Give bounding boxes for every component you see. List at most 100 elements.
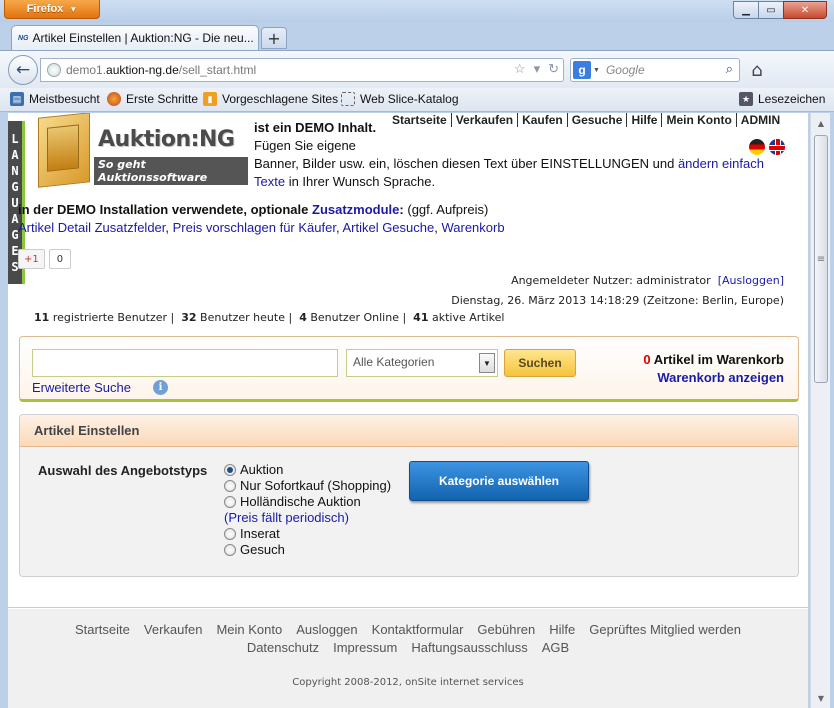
scroll-up-arrow-icon[interactable]: ▲: [813, 115, 829, 131]
footer-link[interactable]: AGB: [542, 640, 569, 655]
site-logo[interactable]: Auktion:NG So geht Auktionssoftware: [38, 113, 248, 188]
chevron-down-icon[interactable]: ▼: [479, 353, 495, 373]
bookmark-star-icon[interactable]: ☆: [514, 61, 526, 77]
stat-online-count: 4: [299, 311, 307, 324]
bookmark-label: Erste Schritte: [126, 92, 199, 106]
google-icon[interactable]: g: [573, 61, 591, 79]
search-box: Alle Kategorien ▼ Suchen Erweiterte Such…: [19, 336, 799, 402]
radio-label: Gesuch: [240, 542, 285, 557]
bookmarks-toolbar: ▤ Meistbesucht Erste Schritte ▮ Vorgesch…: [0, 88, 834, 112]
footer-link[interactable]: Startseite: [75, 622, 130, 637]
url-bar[interactable]: demo1. auktion-ng.de/sell_start.html ☆ ▾ …: [40, 58, 564, 82]
bookmark-meistbesucht[interactable]: ▤ Meistbesucht: [10, 92, 100, 106]
stat-today-label: Benutzer heute: [200, 311, 285, 324]
logo-title: Auktion:NG: [98, 127, 235, 152]
radio-button[interactable]: [224, 528, 236, 540]
dropdown-arrow-icon[interactable]: ▾: [534, 61, 541, 77]
back-button[interactable]: ←: [8, 55, 38, 85]
current-datetime: Dienstag, 26. März 2013 14:18:29 (Zeitzo…: [451, 294, 784, 307]
footer-link[interactable]: Ausloggen: [296, 622, 357, 637]
footer-links: Startseite Verkaufen Mein Konto Ausloggen Ko…: [8, 621, 808, 657]
logged-in-user: Angemeldeter Nutzer: administrator: [511, 274, 711, 287]
scroll-down-arrow-icon[interactable]: ▼: [813, 690, 829, 706]
stat-registered-count: 11: [34, 311, 50, 324]
search-engine-bar[interactable]: g ▼ Google ⌕: [570, 58, 740, 82]
bookmark-label: Vorgeschlagene Sites: [222, 92, 339, 106]
site-favicon-icon: NG: [18, 34, 29, 42]
reload-icon[interactable]: ↻: [548, 61, 559, 77]
close-window-button[interactable]: ✕: [783, 1, 827, 19]
vertical-scrollbar[interactable]: ▲ ≡ ▼: [810, 113, 830, 708]
footer-link[interactable]: Kontaktformular: [372, 622, 464, 637]
new-tab-button[interactable]: +: [261, 27, 287, 49]
footer-link[interactable]: Impressum: [333, 640, 397, 655]
radio-button[interactable]: [224, 496, 236, 508]
category-selected: Alle Kategorien: [353, 355, 435, 369]
footer-link[interactable]: Hilfe: [549, 622, 575, 637]
sell-item-panel: Artikel Einstellen Auswahl des Angebotst…: [19, 414, 799, 577]
radio-button[interactable]: [224, 464, 236, 476]
bookmarks-menu-button[interactable]: ★ Lesezeichen: [739, 92, 825, 106]
copyright: Copyright 2008-2012, onSite internet ser…: [292, 677, 524, 688]
user-info: Angemeldeter Nutzer: administrator [Ausl…: [451, 271, 784, 311]
offer-type-option-gesuch[interactable]: Gesuch: [224, 542, 391, 558]
module-link[interactable]: Warenkorb: [441, 220, 504, 235]
firefox-icon: [107, 92, 121, 106]
category-select[interactable]: Alle Kategorien ▼: [346, 349, 498, 377]
footer-link[interactable]: Geprüftes Mitglied werden: [589, 622, 741, 637]
chevron-down-icon[interactable]: ▼: [593, 67, 600, 74]
logout-link[interactable]: [Ausloggen]: [718, 274, 784, 287]
module-link[interactable]: Preis vorschlagen für Käufer: [173, 220, 336, 235]
search-input[interactable]: [32, 349, 338, 377]
maximize-button[interactable]: ▭: [758, 1, 784, 19]
radio-label: Holländische Auktion: [240, 494, 361, 509]
home-icon[interactable]: ⌂: [746, 59, 768, 81]
offer-type-label: Auswahl des Angebotstyps: [38, 463, 208, 478]
radio-label: Inserat: [240, 526, 280, 541]
footer-link[interactable]: Verkaufen: [144, 622, 203, 637]
radio-button[interactable]: [224, 544, 236, 556]
radio-label: Nur Sofortkauf (Shopping): [240, 478, 392, 493]
cart-info: 0 Artikel im Warenkorb Warenkorb anzeige…: [643, 351, 784, 387]
bookmark-web-slice-katalog[interactable]: Web Slice-Katalog: [341, 92, 459, 106]
bookmark-erste-schritte[interactable]: Erste Schritte: [107, 92, 198, 106]
footer-link[interactable]: Haftungsausschluss: [411, 640, 527, 655]
plusone-button[interactable]: +1: [18, 249, 45, 269]
offer-type-option-hollaendisch[interactable]: Holländische Auktion: [224, 494, 391, 510]
view-cart-link[interactable]: Warenkorb anzeigen: [657, 370, 784, 385]
bookmark-vorgeschlagene-sites[interactable]: ▮ Vorgeschlagene Sites: [203, 92, 338, 106]
offer-type-option-sofortkauf[interactable]: Nur Sofortkauf (Shopping): [224, 478, 391, 494]
languages-tab-letter: A: [11, 147, 19, 162]
search-icon[interactable]: ⌕: [726, 61, 733, 77]
english-flag-icon[interactable]: [769, 139, 785, 155]
info-icon[interactable]: i: [153, 380, 168, 395]
footer-link[interactable]: Mein Konto: [216, 622, 282, 637]
search-button[interactable]: Suchen: [504, 349, 576, 377]
panel-title: Artikel Einstellen: [20, 415, 798, 447]
minimize-button[interactable]: ▁: [733, 1, 759, 19]
intro-text: ist ein DEMO Inhalt. Fügen Sie eigene Ba…: [254, 120, 764, 189]
scrollbar-thumb[interactable]: ≡: [814, 135, 828, 383]
bookmarks-folder-icon: ▤: [10, 92, 24, 106]
module-link[interactable]: Artikel Detail Zusatzfelder: [18, 220, 165, 235]
module-link[interactable]: Artikel Gesuche: [342, 220, 434, 235]
offer-type-option-inserat[interactable]: Inserat: [224, 526, 391, 542]
radio-button[interactable]: [224, 480, 236, 492]
navigation-toolbar: ← demo1. auktion-ng.de/sell_start.html ☆ …: [0, 50, 834, 88]
languages-tab-letter: N: [11, 163, 19, 178]
select-category-button[interactable]: Kategorie auswählen: [409, 461, 589, 501]
footer-divider: [8, 607, 808, 608]
zusatzmodule-link[interactable]: Zusatzmodule: [312, 202, 399, 217]
radio-label: Auktion: [240, 462, 284, 477]
advanced-search-link[interactable]: Erweiterte Suche: [32, 380, 131, 395]
intro-line2: Fügen Sie eigene: [254, 138, 356, 153]
tab-active[interactable]: NG Artikel Einstellen | Auktion:NG - Die…: [11, 25, 259, 50]
bookmark-label: Web Slice-Katalog: [360, 92, 459, 106]
footer-link[interactable]: Gebühren: [477, 622, 535, 637]
footer-link[interactable]: Datenschutz: [247, 640, 319, 655]
logo-tagline: So geht Auktionssoftware: [94, 157, 248, 185]
stat-online-label: Benutzer Online: [310, 311, 399, 324]
offer-type-option-auktion[interactable]: Auktion: [224, 462, 391, 478]
firefox-menu-button[interactable]: Firefox ▼: [4, 0, 100, 19]
tab-close-icon[interactable]: ✕: [258, 32, 259, 45]
